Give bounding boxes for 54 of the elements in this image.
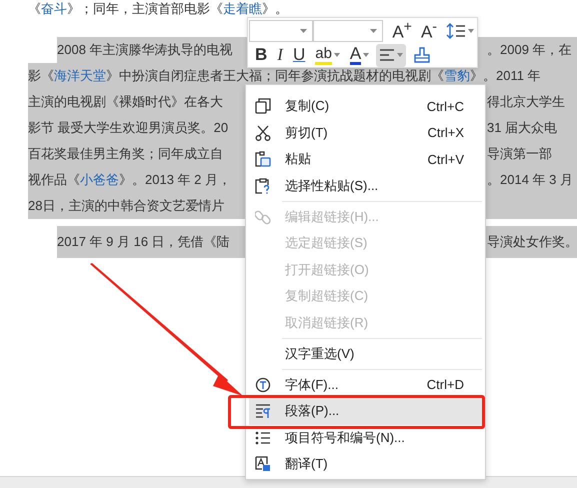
body-text: 。2009 年，在 xyxy=(487,41,572,59)
line-spacing-icon xyxy=(446,22,466,40)
menu-item[interactable]: 项目符号和编号(N)... xyxy=(249,424,482,451)
brush-icon xyxy=(413,46,432,64)
body-text: 2017 年 9 月 16 日，凭借《陆 xyxy=(57,233,230,251)
body-text: 导演处女作奖。 xyxy=(487,233,577,251)
menu-item[interactable]: 选择性粘贴(S)... xyxy=(249,172,482,199)
bold-button[interactable]: B xyxy=(252,44,270,66)
menu-item[interactable]: 字体(F)... Ctrl+D xyxy=(249,372,482,398)
link[interactable]: 奋斗 xyxy=(41,1,67,16)
dropdown-field[interactable] xyxy=(249,20,314,42)
translate-icon xyxy=(255,456,271,472)
link-icon xyxy=(255,208,271,225)
caret-icon xyxy=(334,53,340,57)
caret-icon xyxy=(363,53,370,57)
menu-item[interactable]: 段落(P)... xyxy=(249,398,482,424)
body-text: 28日，主演的中韩合资文艺爱情片 xyxy=(28,197,224,215)
shrink-font-button[interactable]: A$^{-}$ xyxy=(418,20,440,42)
font-color-button[interactable]: A xyxy=(346,44,372,66)
link[interactable]: 走着瞧 xyxy=(223,1,262,16)
body-text: 2008 年主演滕华涛执导的电视 xyxy=(57,41,233,59)
highlight-button[interactable]: ab xyxy=(312,44,343,66)
paragraph-icon xyxy=(255,403,271,420)
grow-font-button[interactable]: A$^{+}$ xyxy=(389,20,415,42)
underline-button[interactable]: U xyxy=(290,44,308,66)
body-text: 主演的电视剧《裸婚时代》在各大 xyxy=(28,93,223,111)
align-left-icon xyxy=(379,47,396,63)
menu-item[interactable]: 粘贴 Ctrl+V xyxy=(249,146,482,172)
body-text: 得北京大学生 xyxy=(487,93,565,111)
menu-item[interactable]: 翻译(T) xyxy=(249,451,482,478)
caret-icon xyxy=(468,29,474,33)
dropdown-field[interactable] xyxy=(313,20,384,42)
caret-icon xyxy=(397,53,404,57)
copy-icon xyxy=(255,98,271,114)
body-text: 影节 最受大学生欢迎男演员奖。20 xyxy=(28,119,228,137)
menu-item[interactable]: 剪切(T) Ctrl+X xyxy=(249,120,482,146)
body-text: 百花奖最佳男主角奖；同年成立自 xyxy=(28,145,223,163)
caret-icon xyxy=(370,29,378,33)
body-text: 31 届大众电 xyxy=(487,119,558,137)
clipboard-icon xyxy=(255,151,271,168)
font-icon xyxy=(255,376,271,393)
list-icon xyxy=(255,430,271,446)
menu-item[interactable]: 复制(C) Ctrl+C xyxy=(249,93,482,120)
body-text: 导演第一部 xyxy=(487,145,552,163)
menu-item[interactable]: 汉字重选(V) xyxy=(249,340,482,367)
clipboard-icon xyxy=(255,178,271,194)
align-button[interactable] xyxy=(376,44,406,66)
scissors-icon xyxy=(255,124,271,141)
body-text: 视作品《小爸爸》。2013 年 2 月， xyxy=(28,171,231,189)
caret-icon xyxy=(300,29,308,33)
body-text: 影《海洋天堂》中扮演自闭症患者王大福；同年参演抗战题材的电视剧《雪豹》。2011 年 xyxy=(28,67,541,85)
body-text: 《奋斗》；同年，主演首部电影《走着瞧》。 xyxy=(28,0,288,18)
italic-button[interactable]: I xyxy=(274,44,286,66)
body-text: 。2014 年 3 月 xyxy=(487,171,573,189)
